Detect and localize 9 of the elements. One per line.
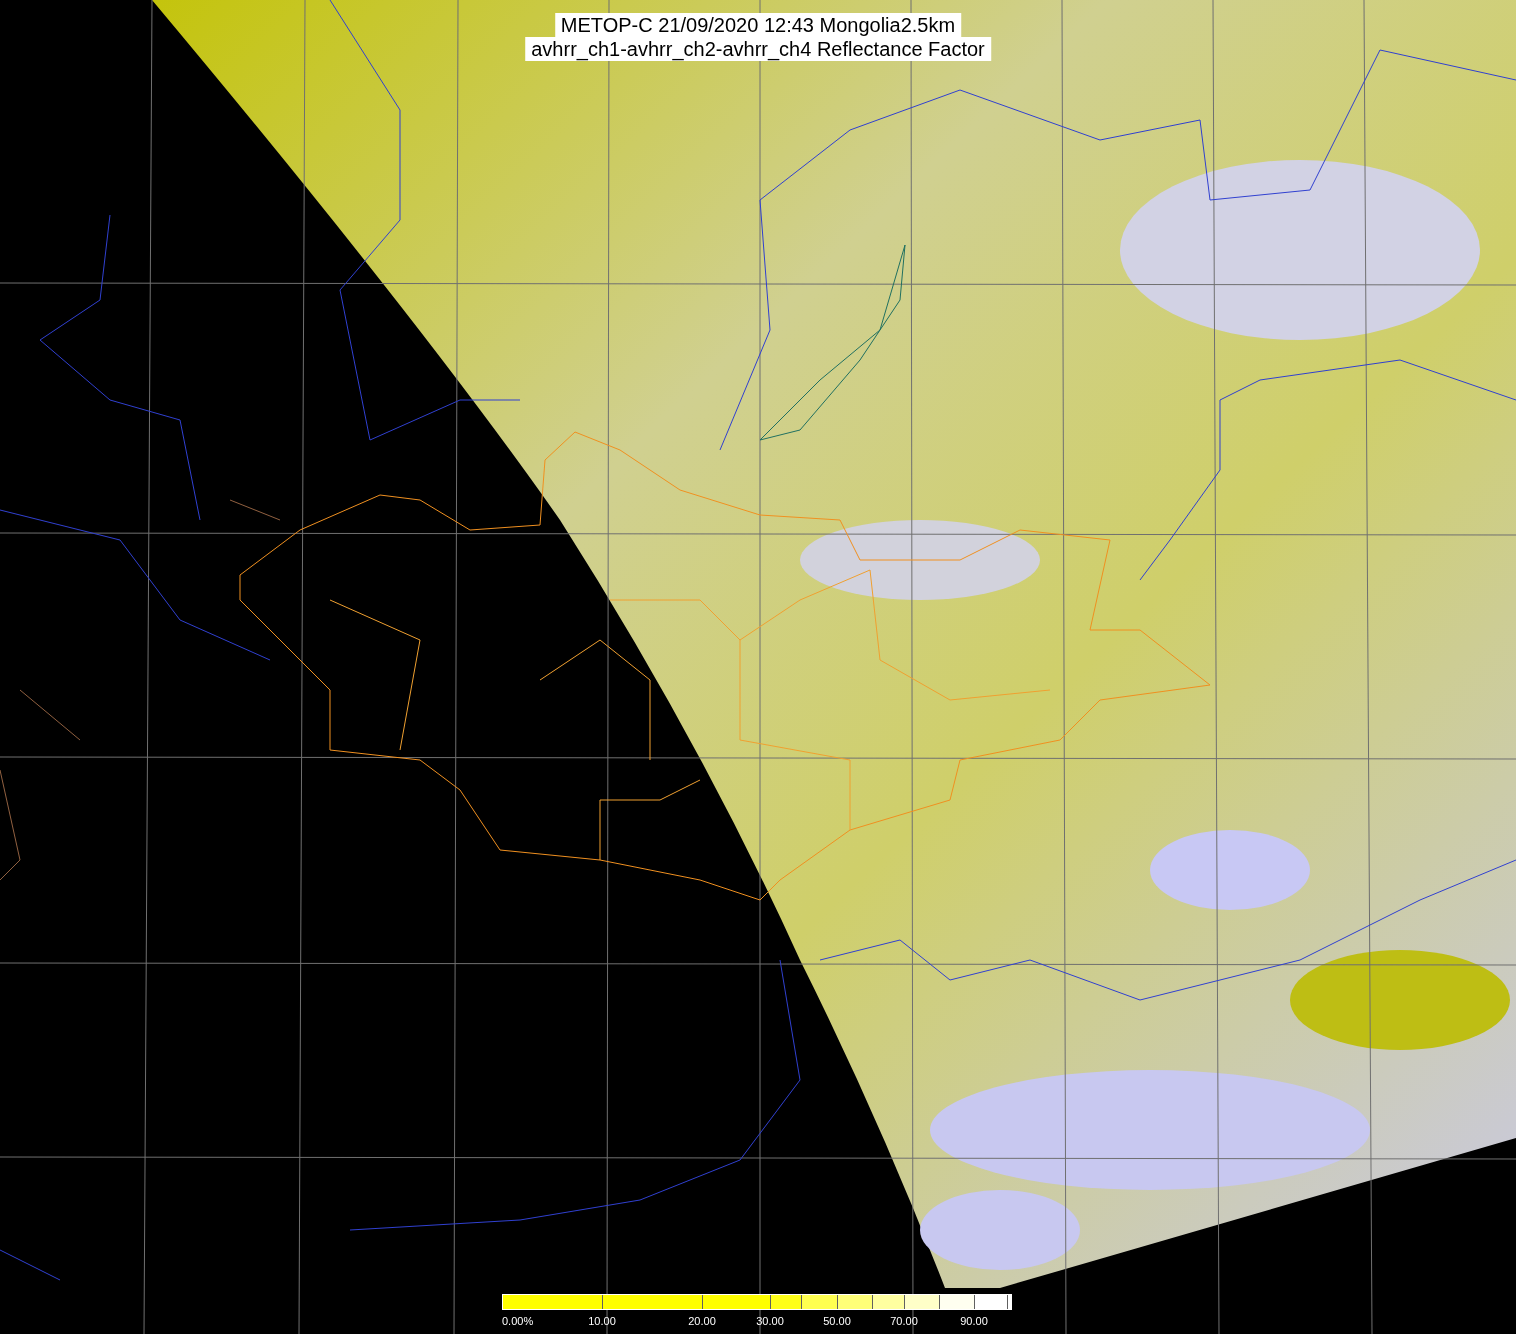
scale-label: 0.00% [502, 1314, 534, 1329]
scale-label: 20.00 [688, 1314, 716, 1329]
scale-label: 90.00 [960, 1314, 988, 1329]
title-text: METOP-C 21/09/2020 12:43 Mongolia2.5km [554, 13, 962, 37]
title-text: avhrr_ch1-avhrr_ch2-avhrr_ch4 Reflectance Factor [525, 37, 991, 61]
scale-label: 30.00 [756, 1314, 784, 1329]
scale-label: 50.00 [823, 1314, 851, 1329]
scale-label: 70.00 [890, 1314, 918, 1329]
scale-label: 10.00 [588, 1314, 616, 1329]
